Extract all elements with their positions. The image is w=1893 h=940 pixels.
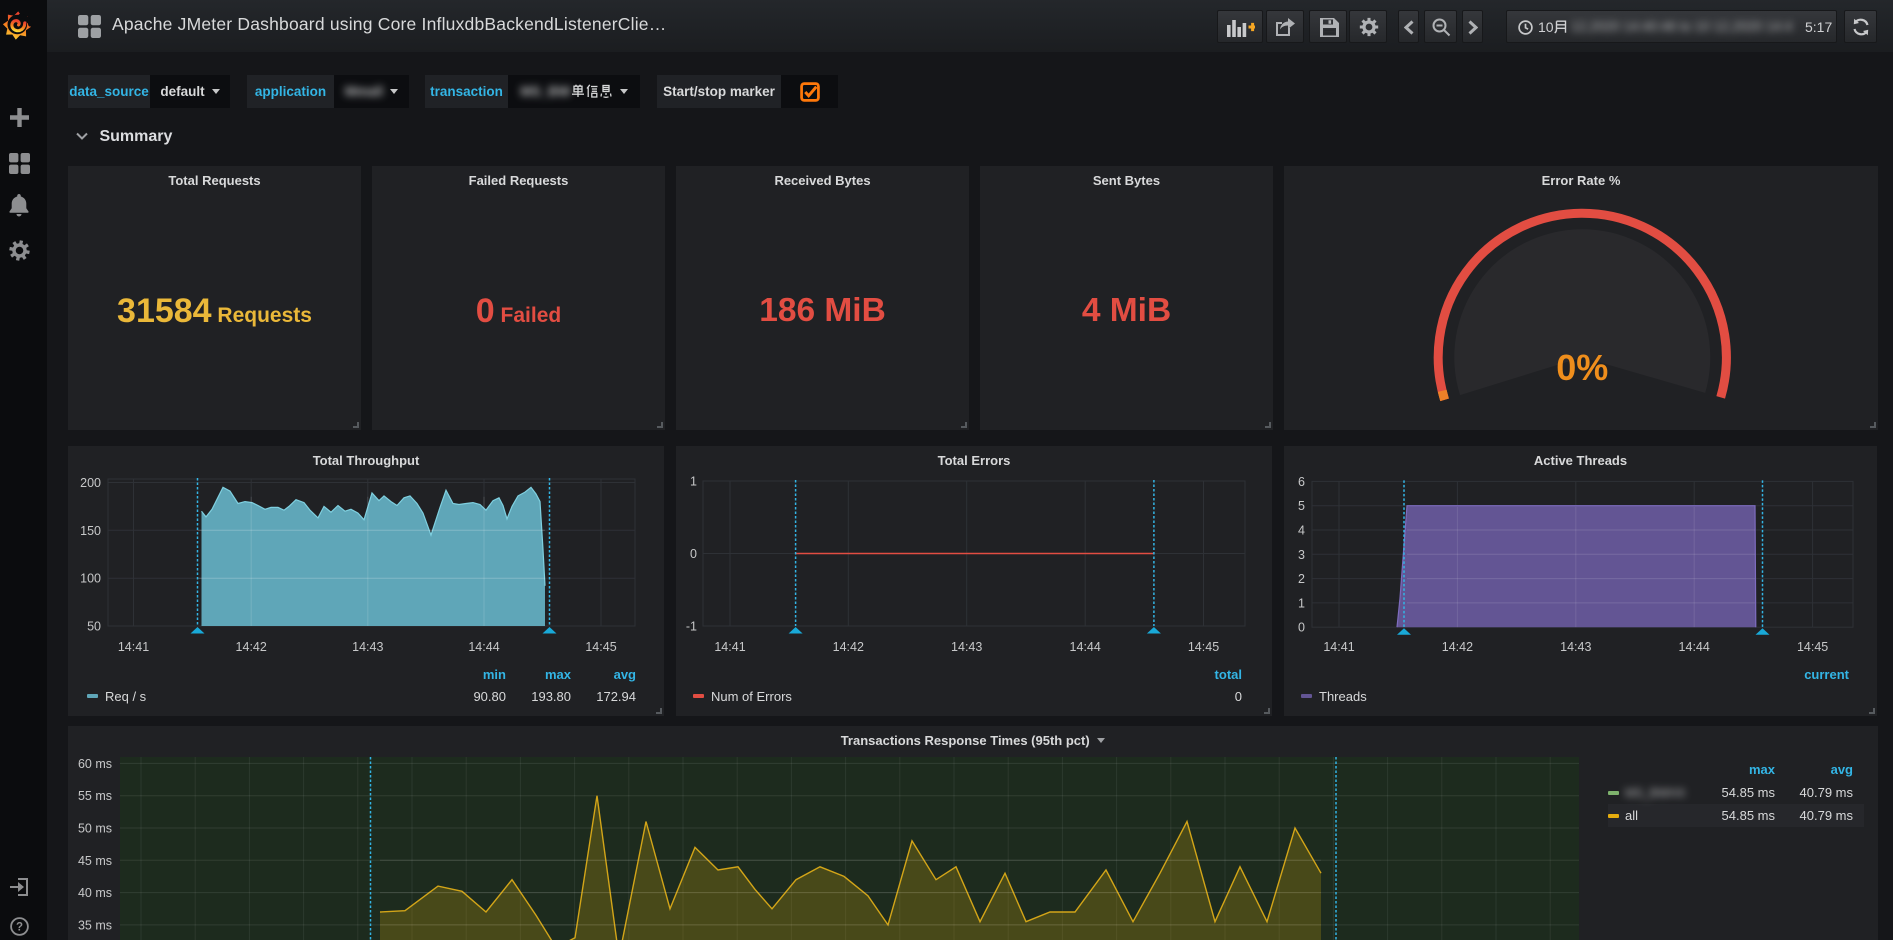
- svg-text:45 ms: 45 ms: [78, 854, 112, 868]
- svg-text:14:45: 14:45: [1797, 640, 1828, 654]
- svg-text:150: 150: [80, 524, 101, 538]
- svg-text:55 ms: 55 ms: [78, 789, 112, 803]
- svg-text:14:42: 14:42: [1442, 640, 1473, 654]
- svg-text:14:43: 14:43: [951, 640, 982, 654]
- svg-text:0: 0: [690, 547, 697, 561]
- svg-text:35 ms: 35 ms: [78, 918, 112, 932]
- svg-text:-1: -1: [686, 620, 697, 634]
- svg-text:14:41: 14:41: [118, 640, 149, 654]
- svg-text:14:41: 14:41: [1323, 640, 1354, 654]
- svg-text:60 ms: 60 ms: [78, 757, 112, 771]
- svg-text:14:44: 14:44: [1679, 640, 1710, 654]
- svg-text:0: 0: [1298, 621, 1305, 635]
- svg-text:14:42: 14:42: [236, 640, 267, 654]
- svg-text:1: 1: [690, 475, 697, 489]
- svg-text:?: ?: [16, 922, 23, 934]
- svg-text:50 ms: 50 ms: [78, 822, 112, 836]
- svg-text:14:43: 14:43: [352, 640, 383, 654]
- svg-text:5: 5: [1298, 499, 1305, 513]
- svg-text:6: 6: [1298, 475, 1305, 489]
- svg-text:14:45: 14:45: [585, 640, 616, 654]
- svg-text:0%: 0%: [1556, 347, 1608, 388]
- svg-text:3: 3: [1298, 548, 1305, 562]
- svg-text:2: 2: [1298, 572, 1305, 586]
- svg-text:14:44: 14:44: [1070, 640, 1101, 654]
- svg-text:50: 50: [87, 620, 101, 634]
- svg-text:14:41: 14:41: [714, 640, 745, 654]
- svg-text:14:42: 14:42: [833, 640, 864, 654]
- svg-text:14:45: 14:45: [1188, 640, 1219, 654]
- svg-text:1: 1: [1298, 596, 1305, 610]
- svg-text:14:43: 14:43: [1560, 640, 1591, 654]
- svg-text:4: 4: [1298, 524, 1305, 538]
- svg-text:40 ms: 40 ms: [78, 886, 112, 900]
- svg-text:14:44: 14:44: [468, 640, 499, 654]
- svg-text:200: 200: [80, 476, 101, 490]
- svg-text:100: 100: [80, 572, 101, 586]
